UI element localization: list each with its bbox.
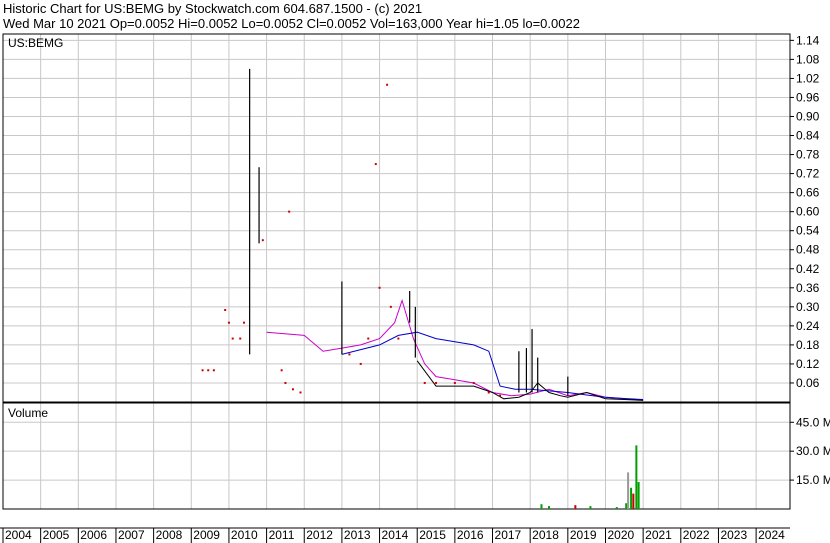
price-tick-label: 1.02 [796,71,820,85]
price-dot [231,337,234,340]
year-label: 2010 [231,528,258,542]
price-dot [227,321,230,324]
volume-panel-frame [2,402,791,510]
price-tick-label: 0.66 [796,186,820,200]
year-label: 2020 [607,528,634,542]
year-label: 2006 [80,528,107,542]
price-dot [453,381,456,384]
year-label: 2018 [532,528,559,542]
price-series [201,68,644,401]
price-dot [212,369,215,372]
price-dot [397,337,400,340]
price-tick-label: 0.48 [796,243,820,257]
price-dot [299,391,302,394]
year-label: 2004 [5,528,32,542]
year-label: 2015 [419,528,446,542]
volume-bar [632,493,635,509]
price-dot [487,391,490,394]
volume-tick-label: 45.0 M [796,415,830,429]
volume-bar [625,503,628,509]
price-dot [386,83,389,86]
price-tick-label: 0.06 [796,376,820,390]
volume-bar [615,507,618,509]
price-tick-label: 0.96 [796,90,820,104]
price-tick-label: 1.08 [796,52,820,66]
price-tick-label: 0.72 [796,167,820,181]
price-dot [291,388,294,391]
year-label: 2022 [683,528,710,542]
volume-bar [635,445,638,509]
price-tick-label: 0.90 [796,109,820,123]
price-tick-label: 0.60 [796,205,820,219]
price-dot [389,305,392,308]
symbol-label: US:BEMG [8,36,63,50]
year-label: 2011 [269,528,295,542]
price-dot [423,381,426,384]
year-label: 2007 [118,528,145,542]
price-tick-label: 0.24 [796,319,820,333]
volume-bar [637,482,640,509]
year-label: 2017 [495,528,522,542]
year-axis-labels: 2004 2005 2006 2007 2008 2009 2010 2011 2012 2013… [0,527,790,543]
price-tick-label: 0.18 [796,338,820,352]
price-dot [224,309,227,311]
volume-grid [2,403,790,509]
volume-bar [574,505,577,509]
price-dot [367,337,370,340]
year-label: 2013 [344,528,371,542]
year-label: 2023 [720,528,747,542]
stock-chart: US:BEMG Volume 1.14 1.08 1.02 0.96 0.90 0.84 0… [0,33,830,543]
volume-bar [548,506,551,509]
price-dot [288,210,291,213]
year-label: 2005 [43,528,70,542]
year-label: 2016 [457,528,484,542]
year-label: 2008 [156,528,183,542]
price-tick-label: 0.84 [796,129,820,143]
price-dot [280,369,283,372]
price-dot [201,369,204,372]
price-tick-label: 0.54 [796,224,820,238]
price-tick-label: 0.30 [796,300,820,314]
price-dot [242,321,245,324]
price-tick-label: 0.36 [796,281,820,295]
volume-bar [627,472,630,509]
price-dot [207,369,210,372]
year-label: 2021 [645,528,672,542]
price-tick-label: 0.42 [796,262,820,276]
volume-label: Volume [8,406,48,420]
price-grid [2,34,790,402]
volume-bar [589,506,592,509]
year-label: 2014 [382,528,409,542]
year-label: 2009 [193,528,220,542]
year-label: 2012 [306,528,333,542]
price-tick-label: 1.14 [796,33,820,47]
price-tick-label: 0.12 [796,357,820,371]
price-dot [261,239,264,242]
year-label: 2024 [758,528,785,542]
price-dot [239,337,242,340]
price-panel-frame [2,33,791,403]
price-dot [359,362,362,365]
volume-tick-label: 15.0 M [796,473,830,487]
price-dot [284,381,287,384]
volume-bars [540,445,640,509]
price-dot [378,286,381,289]
year-label: 2019 [570,528,597,542]
price-dot [374,163,377,166]
price-dot [472,381,475,384]
price-dot [435,381,438,384]
price-tick-label: 0.78 [796,148,820,162]
volume-axis-labels: 45.0 M 30.0 M 15.0 M [790,415,830,487]
price-dot [499,394,502,397]
volume-tick-label: 30.0 M [796,444,830,458]
volume-bar [540,504,543,509]
price-dot [348,353,351,356]
volume-bar [630,487,633,509]
price-axis-labels: 1.14 1.08 1.02 0.96 0.90 0.84 0.78 0.72 0.66 0.60… [790,33,820,390]
